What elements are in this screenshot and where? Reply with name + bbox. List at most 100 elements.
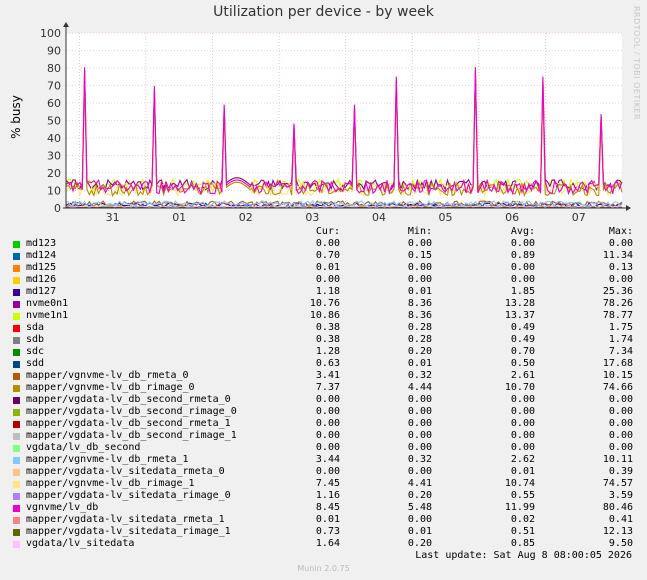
legend-value-avg: 10.74 xyxy=(504,478,535,489)
legend-series-name: nvme0n1 xyxy=(26,298,69,309)
legend-row: sdc 1.28 0.20 0.70 7.34 xyxy=(0,346,647,358)
y-tick-label: 70 xyxy=(47,80,61,93)
legend-row: sdd 0.63 0.01 0.50 17.68 xyxy=(0,358,647,370)
legend-value-cur: 0.73 xyxy=(315,526,340,537)
legend-value-max: 0.00 xyxy=(608,274,633,285)
legend-swatch xyxy=(13,445,20,452)
legend-series-name: mapper/vgdata-lv_db_second_rmeta_1 xyxy=(26,418,231,429)
legend-header: Cur: Min: Avg: Max: xyxy=(0,226,647,238)
legend-value-max: 10.15 xyxy=(602,370,633,381)
legend-swatch xyxy=(13,541,20,548)
y-tick-label: 60 xyxy=(47,97,61,110)
legend-series-name: mapper/vgnvme-lv_db_rimage_0 xyxy=(26,382,195,393)
legend-row: md124 0.70 0.15 0.89 11.34 xyxy=(0,250,647,262)
legend-value-cur: 0.00 xyxy=(315,238,340,249)
legend-row: mapper/vgnvme-lv_db_rmeta_0 3.41 0.32 2.61 1… xyxy=(0,370,647,382)
legend-value-max: 0.00 xyxy=(608,430,633,441)
legend-series-name: vgnvme/lv_db xyxy=(26,502,99,513)
legend-value-max: 12.13 xyxy=(602,526,633,537)
legend-value-min: 0.00 xyxy=(407,406,432,417)
y-tick-label: 0 xyxy=(54,202,61,215)
legend-series-name: mapper/vgnvme-lv_db_rimage_1 xyxy=(26,478,195,489)
legend-value-min: 0.32 xyxy=(407,454,432,465)
y-tick-label: 100 xyxy=(40,27,61,40)
x-axis-arrow xyxy=(626,205,631,211)
legend-value-cur: 10.86 xyxy=(309,310,340,321)
legend-value-max: 78.77 xyxy=(602,310,633,321)
legend-value-avg: 0.51 xyxy=(510,526,535,537)
legend-series-name: md123 xyxy=(26,238,57,249)
legend-series-name: mapper/vgnvme-lv_db_rmeta_1 xyxy=(26,454,189,465)
legend-value-cur: 0.00 xyxy=(315,466,340,477)
legend-swatch xyxy=(13,253,20,260)
legend-value-cur: 0.00 xyxy=(315,274,340,285)
legend-value-avg: 0.55 xyxy=(510,490,535,501)
legend-row: md125 0.01 0.00 0.00 0.13 xyxy=(0,262,647,274)
legend-value-max: 0.41 xyxy=(608,514,633,525)
legend-row: md127 1.18 0.01 1.85 25.36 xyxy=(0,286,647,298)
legend-swatch xyxy=(13,529,20,536)
legend-series-name: md125 xyxy=(26,262,57,273)
legend-value-min: 0.00 xyxy=(407,442,432,453)
legend-series-name: mapper/vgdata-lv_db_second_rimage_1 xyxy=(26,430,237,441)
legend-value-avg: 0.00 xyxy=(510,406,535,417)
legend-row: vgdata/lv_db_second 0.00 0.00 0.00 0.00 xyxy=(0,442,647,454)
legend-swatch xyxy=(13,361,20,368)
legend-value-avg: 0.00 xyxy=(510,238,535,249)
legend-value-max: 0.39 xyxy=(608,466,633,477)
legend-value-cur: 7.45 xyxy=(315,478,340,489)
legend-value-cur: 7.37 xyxy=(315,382,340,393)
legend-value-min: 0.32 xyxy=(407,370,432,381)
legend-row: md123 0.00 0.00 0.00 0.00 xyxy=(0,238,647,250)
legend-value-avg: 0.02 xyxy=(510,514,535,525)
legend-row: mapper/vgnvme-lv_db_rmeta_1 3.44 0.32 2.62 1… xyxy=(0,454,647,466)
legend-value-max: 74.66 xyxy=(602,382,633,393)
y-tick-label: 50 xyxy=(47,115,61,128)
legend-value-min: 5.48 xyxy=(407,502,432,513)
legend-row: mapper/vgdata-lv_sitedata_rimage_0 1.16 0.… xyxy=(0,490,647,502)
x-tick-label: 31 xyxy=(106,211,120,224)
legend-value-min: 0.00 xyxy=(407,418,432,429)
x-tick-label: 05 xyxy=(439,211,453,224)
legend-value-min: 0.00 xyxy=(407,238,432,249)
legend-value-min: 0.20 xyxy=(407,538,432,549)
legend-value-max: 0.00 xyxy=(608,406,633,417)
legend-series-name: mapper/vgdata-lv_db_second_rimage_0 xyxy=(26,406,237,417)
x-tick-label: 03 xyxy=(305,211,319,224)
legend-swatch xyxy=(13,481,20,488)
legend-row: mapper/vgnvme-lv_db_rimage_0 7.37 4.44 10.7… xyxy=(0,382,647,394)
legend-value-min: 0.15 xyxy=(407,250,432,261)
legend-series-name: mapper/vgdata-lv_db_second_rmeta_0 xyxy=(26,394,231,405)
legend-value-cur: 0.00 xyxy=(315,406,340,417)
x-tick-label: 06 xyxy=(505,211,519,224)
legend-value-cur: 0.00 xyxy=(315,430,340,441)
legend-value-max: 11.34 xyxy=(602,250,633,261)
legend-series-name: mapper/vgdata-lv_sitedata_rmeta_1 xyxy=(26,514,225,525)
legend-row: mapper/vgdata-lv_db_second_rimage_1 0.00 0… xyxy=(0,430,647,442)
y-tick-label: 20 xyxy=(47,167,61,180)
legend-swatch xyxy=(13,517,20,524)
legend-value-min: 0.00 xyxy=(407,262,432,273)
legend-swatch xyxy=(13,457,20,464)
legend-value-cur: 1.18 xyxy=(315,286,340,297)
legend-value-min: 4.41 xyxy=(407,478,432,489)
legend-value-cur: 0.00 xyxy=(315,394,340,405)
legend-swatch xyxy=(13,397,20,404)
legend-swatch xyxy=(13,433,20,440)
legend-swatch xyxy=(13,373,20,380)
legend-swatch xyxy=(13,493,20,500)
legend-value-avg: 0.00 xyxy=(510,394,535,405)
legend-value-avg: 13.37 xyxy=(504,310,535,321)
last-update: Last update: Sat Aug 8 08:00:05 2026 xyxy=(415,550,632,561)
munin-footer: Munin 2.0.75 xyxy=(297,564,350,573)
legend-value-avg: 1.85 xyxy=(510,286,535,297)
legend-series-name: vgdata/lv_db_second xyxy=(26,442,141,453)
legend-value-min: 0.00 xyxy=(407,514,432,525)
legend-row: vgdata/lv_sitedata 1.64 0.20 0.85 9.50 xyxy=(0,538,647,550)
legend-value-avg: 0.89 xyxy=(510,250,535,261)
legend-value-avg: 0.00 xyxy=(510,274,535,285)
legend-value-avg: 13.28 xyxy=(504,298,535,309)
legend-swatch xyxy=(13,505,20,512)
y-tick-label: 30 xyxy=(47,150,61,163)
legend-row: nvme0n1 10.76 8.36 13.28 78.26 xyxy=(0,298,647,310)
